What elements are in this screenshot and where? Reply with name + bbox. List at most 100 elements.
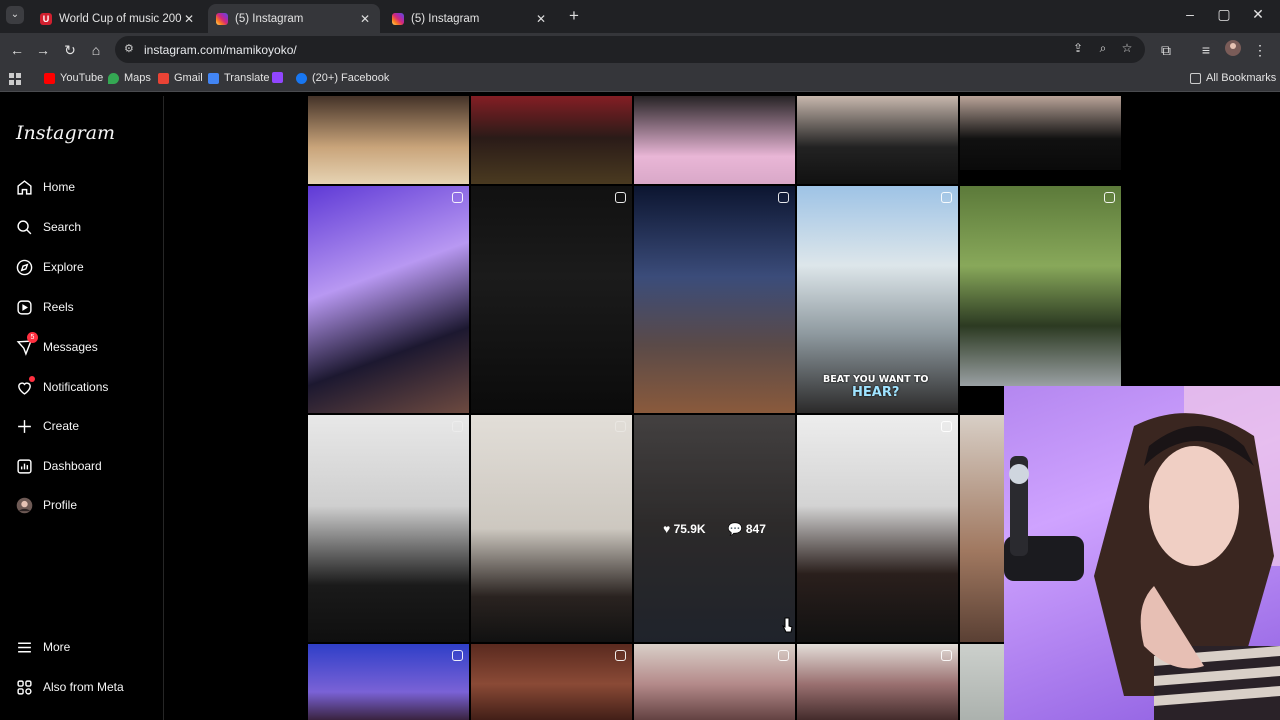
close-icon[interactable]: ✕ <box>534 12 548 26</box>
post-tile[interactable] <box>797 96 958 184</box>
instagram-logo[interactable]: Instagram <box>16 122 115 144</box>
sidebar-item-explore[interactable]: Explore <box>15 254 84 280</box>
explore-icon <box>15 258 33 276</box>
post-tile[interactable] <box>634 644 795 720</box>
mouse-cursor-icon <box>782 617 793 633</box>
post-tile[interactable] <box>308 644 469 720</box>
close-icon[interactable]: ✕ <box>358 12 372 26</box>
address-bar[interactable]: ⚙ instagram.com/mamikoyoko/ ⇪ ⌕ ☆ <box>115 36 1145 63</box>
sidebar-item-label: More <box>43 640 71 654</box>
bookmark-translate[interactable]: Translate <box>208 72 269 84</box>
url-text[interactable]: instagram.com/mamikoyoko/ <box>144 43 297 57</box>
gmail-icon <box>158 72 169 84</box>
bookmark-facebook[interactable]: (20+) Facebook <box>296 72 389 84</box>
webcam-overlay <box>1004 386 1280 720</box>
install-app-icon[interactable]: ⇪ <box>1070 41 1086 57</box>
sidebar-item-search[interactable]: Search <box>15 214 81 240</box>
site-info-icon[interactable]: ⚙ <box>124 42 138 56</box>
reel-icon <box>615 421 626 432</box>
plus-icon <box>15 417 33 435</box>
bookmark-label: All Bookmarks <box>1206 72 1277 84</box>
post-tile[interactable] <box>308 186 469 413</box>
caption-line: HEAR? <box>852 385 900 400</box>
bookmark-star-icon[interactable]: ☆ <box>1119 41 1135 57</box>
instagram-favicon <box>216 12 228 25</box>
browser-tab-worldcup[interactable]: U World Cup of music 2000s-2010s ✕ <box>32 4 204 33</box>
bookmark-twitch[interactable] <box>272 72 288 83</box>
post-caption-overlay: BEAT YOU WANT TO HEAR? <box>823 373 928 399</box>
maps-icon <box>108 72 119 84</box>
sidebar-item-reels[interactable]: Reels <box>15 294 74 320</box>
translate-icon <box>208 72 219 84</box>
post-tile[interactable] <box>471 186 632 413</box>
heart-icon <box>15 376 35 396</box>
post-tile[interactable] <box>308 96 469 184</box>
browser-tab-instagram-active[interactable]: (5) Instagram ✕ <box>208 4 380 33</box>
messages-badge: 5 <box>27 332 38 343</box>
likes-count: 75.9K <box>673 521 706 536</box>
browser-toolbar: ← → ↻ ⌂ ⚙ instagram.com/mamikoyoko/ ⇪ ⌕ … <box>0 33 1280 67</box>
sidebar-item-messages[interactable]: 5 Messages <box>15 332 98 360</box>
post-tile[interactable] <box>471 96 632 184</box>
sidebar-item-create[interactable]: Create <box>15 413 79 439</box>
post-tile[interactable] <box>797 415 958 642</box>
reload-button[interactable]: ↻ <box>60 40 80 60</box>
sidebar-item-label: Search <box>43 220 82 234</box>
close-icon[interactable]: ✕ <box>182 12 196 26</box>
extensions-icon[interactable]: ⧉ <box>1156 40 1176 60</box>
tab-title: (5) Instagram <box>411 12 480 25</box>
sidebar-item-profile[interactable]: Profile <box>15 492 77 518</box>
reel-icon <box>778 650 789 661</box>
instagram-sidebar: Instagram Home Search Explore Reels 5 Me… <box>0 96 164 720</box>
post-tile[interactable] <box>634 186 795 413</box>
tab-title: (5) Instagram <box>235 12 304 25</box>
bookmark-gmail[interactable]: Gmail <box>158 72 203 84</box>
post-tile[interactable] <box>471 644 632 720</box>
sidebar-item-home[interactable]: Home <box>15 174 75 200</box>
tab-search-button[interactable]: ⌄ <box>6 6 24 24</box>
post-tile[interactable] <box>634 96 795 184</box>
back-button[interactable]: ← <box>7 40 27 60</box>
sidebar-item-label: Create <box>43 419 80 433</box>
reel-icon <box>941 650 952 661</box>
minimize-button[interactable]: – <box>1180 6 1200 22</box>
browser-tab-instagram[interactable]: (5) Instagram ✕ <box>384 4 556 33</box>
instagram-favicon <box>392 12 404 25</box>
apps-grid-icon[interactable] <box>9 73 21 85</box>
sidebar-item-dashboard[interactable]: Dashboard <box>15 453 102 479</box>
home-button[interactable]: ⌂ <box>86 40 106 60</box>
post-tile[interactable] <box>471 415 632 642</box>
post-tile[interactable] <box>797 644 958 720</box>
post-tile[interactable] <box>308 415 469 642</box>
bookmark-maps[interactable]: Maps <box>108 72 151 84</box>
media-control-icon[interactable]: ≡ <box>1196 40 1216 60</box>
sidebar-also-from-meta[interactable]: Also from Meta <box>15 674 124 700</box>
profile-avatar[interactable] <box>1223 40 1243 60</box>
bookmark-label: (20+) Facebook <box>312 72 390 84</box>
reel-icon <box>452 650 463 661</box>
carousel-icon <box>615 192 626 203</box>
reel-icon <box>941 421 952 432</box>
restore-button[interactable]: ▢ <box>1214 6 1234 23</box>
all-bookmarks[interactable]: All Bookmarks <box>1190 72 1276 84</box>
reel-icon <box>1104 192 1115 203</box>
menu-kebab-icon[interactable]: ⋮ <box>1250 40 1270 60</box>
post-tile[interactable] <box>960 186 1121 386</box>
window-close-button[interactable]: ✕ <box>1248 6 1268 23</box>
bookmark-youtube[interactable]: YouTube <box>44 72 103 84</box>
reel-icon <box>452 192 463 203</box>
sidebar-item-notifications[interactable]: Notifications <box>15 374 108 400</box>
bookmark-label: Translate <box>224 72 270 84</box>
avatar <box>15 496 33 514</box>
forward-button[interactable]: → <box>33 40 53 60</box>
post-tile[interactable]: BEAT YOU WANT TO HEAR? <box>797 186 958 413</box>
post-tile-hovered[interactable]: ♥ 75.9K 💬 847 <box>634 415 795 642</box>
sidebar-item-label: Messages <box>43 340 98 354</box>
new-tab-button[interactable]: + <box>566 6 582 26</box>
messages-icon: 5 <box>15 332 38 356</box>
bookmark-label: YouTube <box>60 72 104 84</box>
sidebar-more[interactable]: More <box>15 634 70 660</box>
youtube-icon <box>44 72 55 84</box>
post-tile[interactable] <box>960 96 1121 170</box>
zoom-icon[interactable]: ⌕ <box>1095 41 1111 57</box>
